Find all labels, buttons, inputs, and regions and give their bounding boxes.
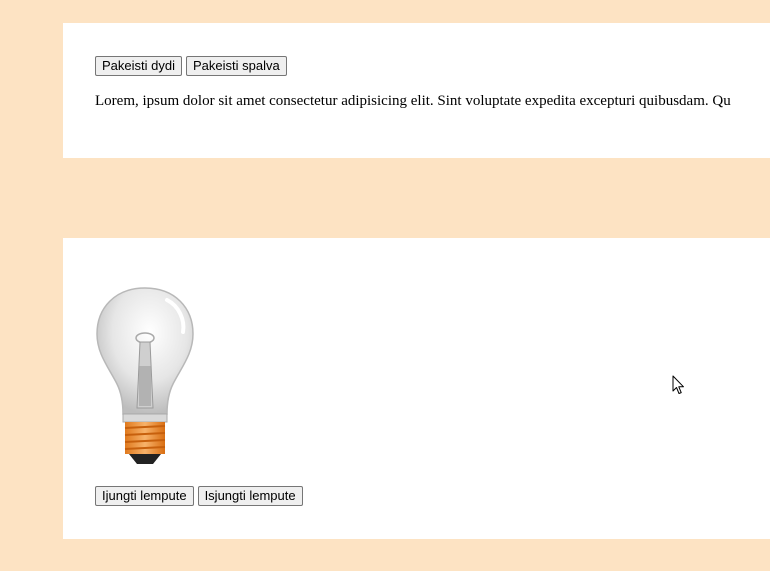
bulb-section: Ijungti lempute Isjungti lempute [63, 238, 770, 539]
lightbulb-icon [96, 287, 194, 464]
text-section: Pakeisti dydi Pakeisti spalva Lorem, ips… [63, 23, 770, 158]
text-controls: Pakeisti dydi Pakeisti spalva [95, 56, 287, 76]
turn-off-button[interactable]: Isjungti lempute [197, 486, 303, 506]
turn-on-button[interactable]: Ijungti lempute [95, 486, 194, 506]
bulb-controls: Ijungti lempute Isjungti lempute [95, 486, 303, 506]
lorem-paragraph: Lorem, ipsum dolor sit amet consectetur … [95, 93, 731, 109]
change-color-button[interactable]: Pakeisti spalva [185, 56, 287, 76]
change-size-button[interactable]: Pakeisti dydi [95, 56, 182, 76]
